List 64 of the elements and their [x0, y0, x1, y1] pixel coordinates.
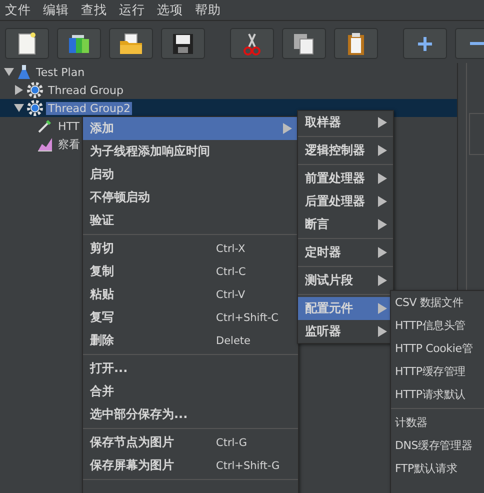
templates-button[interactable] — [57, 28, 101, 59]
menu-item[interactable]: 选项 — [157, 2, 183, 18]
gear-icon — [27, 82, 43, 98]
menu-item[interactable]: 验证 — [83, 209, 298, 232]
tree-node[interactable]: 察看 — [56, 138, 82, 150]
menu-item[interactable]: 粘贴 Ctrl-V — [83, 283, 298, 306]
menu-item[interactable]: 复写 Ctrl+Shift-C — [83, 306, 298, 329]
expanded-arrow-icon[interactable] — [14, 103, 24, 113]
expanded-arrow-icon[interactable] — [4, 67, 14, 77]
menu-item[interactable]: 定时器 — [298, 241, 393, 264]
menu-item[interactable]: HTTP缓存管理 — [391, 360, 484, 383]
menu-item[interactable]: CSV 数据文件 — [391, 291, 484, 314]
folder-icon — [118, 32, 144, 54]
menu-item[interactable]: 断言 — [298, 213, 393, 236]
menu-item[interactable]: 剪切 Ctrl-X — [83, 237, 298, 260]
menu-item[interactable]: 逻辑控制器 — [298, 139, 393, 162]
plus-icon — [417, 36, 433, 52]
cut-button[interactable] — [230, 28, 274, 59]
menu-item[interactable]: 选中部分保存为... — [83, 403, 298, 426]
menu-item[interactable]: 后置处理器 — [298, 190, 393, 213]
menu-item[interactable]: DNS缓存管理器 — [391, 434, 484, 457]
flask-icon — [17, 64, 31, 80]
menu-item[interactable]: 运行 — [119, 2, 145, 18]
menu-item[interactable]: 计数器 — [391, 411, 484, 434]
expand-button[interactable] — [403, 28, 447, 59]
tree-node[interactable]: Thread Group — [46, 84, 126, 96]
save-button[interactable] — [161, 28, 205, 59]
clipboard-icon — [347, 32, 365, 56]
menu-item[interactable]: 启动 — [83, 163, 298, 186]
menu-item[interactable]: HTTP请求默认 — [391, 383, 484, 406]
menu-item[interactable]: FTP默认请求 — [391, 457, 484, 480]
menu-item[interactable]: 复制 Ctrl-C — [83, 260, 298, 283]
menu-item[interactable]: 测试片段 — [298, 269, 393, 292]
save-icon — [172, 32, 194, 54]
menu-item[interactable]: 监听器 — [298, 320, 393, 343]
collapsed-arrow-icon[interactable] — [14, 85, 24, 95]
copy-button[interactable] — [282, 28, 326, 59]
document-icon — [17, 32, 37, 56]
copy-icon — [293, 32, 315, 54]
menu-item[interactable]: 保存节点为图片 Ctrl-G — [83, 431, 298, 454]
menu-item[interactable]: 帮助 — [195, 2, 221, 18]
menu-item[interactable]: HTTP信息头管 — [391, 314, 484, 337]
gear-icon — [27, 100, 43, 116]
menu-item[interactable]: 为子线程添加响应时间 — [83, 140, 298, 163]
menu-item[interactable]: 前置处理器 — [298, 167, 393, 190]
menu-item[interactable]: HTTP Cookie管 — [391, 337, 484, 360]
tree-node[interactable]: HTT — [56, 120, 82, 132]
menu-item[interactable]: 查找 — [81, 2, 107, 18]
menu-item[interactable]: 编辑 — [43, 2, 69, 18]
pipette-icon — [37, 118, 53, 134]
menu-item[interactable]: 文件 — [5, 2, 31, 18]
menu-item[interactable]: 不停顿启动 — [83, 186, 298, 209]
scissors-icon — [243, 32, 261, 56]
menu-item[interactable]: 保存屏幕为图片 Ctrl+Shift-G — [83, 454, 298, 477]
menu-item[interactable]: 取样器 — [298, 111, 393, 134]
open-button[interactable] — [109, 28, 153, 59]
menu-item[interactable]: 删除 Delete — [83, 329, 298, 352]
paste-button[interactable] — [334, 28, 378, 59]
chart-icon — [37, 136, 53, 152]
menu-item[interactable]: 打开... — [83, 357, 298, 380]
minus-icon — [470, 42, 484, 45]
tree-node[interactable]: Test Plan — [34, 66, 87, 78]
menu-item[interactable]: 合并 — [83, 380, 298, 403]
new-file-button[interactable] — [5, 28, 49, 59]
